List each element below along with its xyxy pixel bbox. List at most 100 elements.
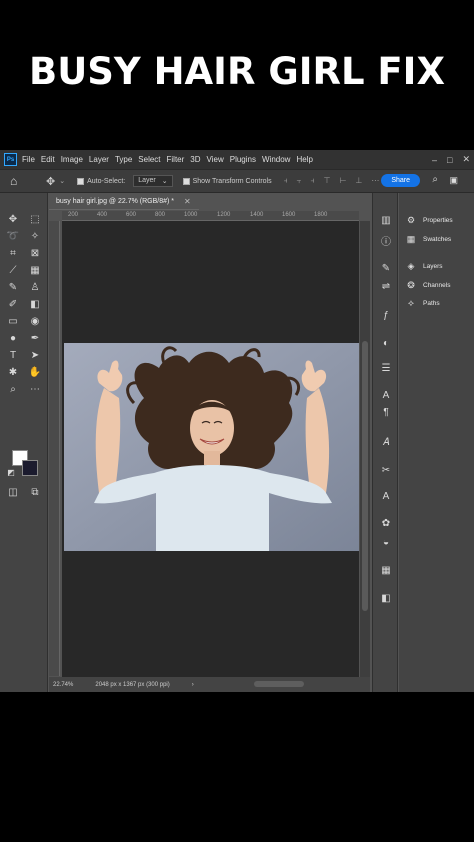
spot-healing-tool-icon[interactable]: ▦: [28, 265, 42, 277]
align-left-icon[interactable]: ⫞: [284, 176, 288, 186]
dodge-tool-icon[interactable]: ●: [6, 333, 20, 345]
background-color-swatch[interactable]: [22, 460, 38, 476]
panel-label: Swatches: [423, 236, 452, 243]
panel-label: Layers: [423, 263, 443, 270]
quick-mask-icon[interactable]: ◫: [6, 487, 20, 499]
show-transform-checkbox[interactable]: Show Transform Controls: [182, 177, 272, 185]
libraries-icon[interactable]: ☰: [379, 363, 393, 375]
menu-plugins[interactable]: Plugins: [230, 155, 256, 164]
align-top-icon[interactable]: ⊤: [323, 176, 330, 186]
vertical-ruler: [49, 221, 60, 676]
panel-properties[interactable]: ⚙ Properties: [405, 215, 453, 226]
close-icon[interactable]: ✕: [184, 197, 191, 206]
photoshop-logo-icon: Ps: [4, 153, 17, 166]
panel-paths[interactable]: ⟡ Paths: [405, 298, 440, 309]
canvas-image[interactable]: [64, 343, 359, 551]
move-tool-icon[interactable]: ✥: [6, 214, 20, 226]
menu-select[interactable]: Select: [138, 155, 160, 164]
chevron-down-icon[interactable]: ⌄: [59, 177, 65, 185]
horizontal-scrollbar-thumb[interactable]: [254, 681, 304, 687]
gradients-icon[interactable]: ◧: [379, 593, 393, 605]
tools-settings-icon[interactable]: ✂: [379, 465, 393, 477]
swatches-icon: ▦: [406, 234, 416, 244]
zoom-level[interactable]: 22.74%: [53, 682, 73, 688]
layer-select-value: Layer: [138, 177, 156, 184]
menu-type[interactable]: Type: [115, 155, 132, 164]
clone-stamp-tool-icon[interactable]: ♙: [28, 282, 42, 294]
type-tool-icon[interactable]: T: [6, 350, 20, 362]
zoom-tool-icon[interactable]: ⌕: [6, 384, 20, 396]
menu-bar: Ps File Edit Image Layer Type Select Fil…: [0, 150, 474, 169]
panel-swatches[interactable]: ▦ Swatches: [405, 234, 451, 245]
patterns-icon[interactable]: ▦: [379, 565, 393, 577]
tools-panel: ✥ ⬚ ➰ ✧ ⌗ ⊠ ⟋ ▦ ✎ ♙ ✐ ◧ ▭ ◉ ● ✒ T ➤ ✱ ✋ …: [0, 193, 48, 692]
align-right-icon[interactable]: ⫞: [310, 176, 314, 186]
move-tool-icon[interactable]: ✥: [46, 175, 55, 188]
info-icon[interactable]: ⓘ: [379, 237, 393, 249]
align-center-icon[interactable]: ⫟: [297, 176, 302, 186]
menu-help[interactable]: Help: [296, 155, 312, 164]
align-bottom-icon[interactable]: ⊥: [355, 176, 362, 186]
vertical-scrollbar[interactable]: [360, 221, 370, 677]
color-icon[interactable]: ◒: [379, 537, 393, 549]
blur-tool-icon[interactable]: ◉: [28, 316, 42, 328]
paragraph-icon[interactable]: ¶: [379, 407, 393, 419]
workspace-icon[interactable]: ▣: [449, 175, 458, 186]
maximize-button[interactable]: □: [447, 155, 452, 165]
checkbox-icon: [77, 177, 85, 185]
panel-label: Properties: [423, 217, 453, 224]
brush-settings-icon[interactable]: ✎: [379, 263, 393, 275]
history-icon[interactable]: ▥: [379, 215, 393, 227]
menu-edit[interactable]: Edit: [41, 155, 55, 164]
search-icon[interactable]: ⌕: [432, 174, 438, 185]
menu-layer[interactable]: Layer: [89, 155, 109, 164]
default-colors-icon[interactable]: ◩: [4, 467, 18, 479]
path-selection-tool-icon[interactable]: ➤: [28, 350, 42, 362]
more-options-icon[interactable]: ⋯: [371, 176, 379, 186]
eraser-tool-icon[interactable]: ◧: [28, 299, 42, 311]
frame-tool-icon[interactable]: ⊠: [28, 248, 42, 260]
styles-icon[interactable]: ƒ: [379, 310, 393, 322]
character-icon[interactable]: A: [379, 390, 393, 402]
home-icon[interactable]: ⌂: [10, 174, 26, 188]
menu-filter[interactable]: Filter: [167, 155, 185, 164]
align-middle-icon[interactable]: ⊢: [339, 176, 346, 186]
character-styles-icon[interactable]: A: [379, 491, 393, 503]
screen-mode-icon[interactable]: ⧉: [28, 487, 42, 499]
lasso-tool-icon[interactable]: ➰: [6, 231, 20, 243]
menu-file[interactable]: File: [22, 155, 35, 164]
minimize-button[interactable]: –: [432, 155, 437, 165]
panel-channels[interactable]: ❂ Channels: [405, 280, 450, 291]
adjustments-icon[interactable]: ⇌: [379, 281, 393, 293]
menu-view[interactable]: View: [207, 155, 224, 164]
actions-icon[interactable]: ◐: [379, 338, 393, 350]
panel-layers[interactable]: ◈ Layers: [405, 261, 443, 272]
ruler-mark: 1200: [217, 212, 231, 218]
close-button[interactable]: ✕: [462, 154, 470, 165]
crop-tool-icon[interactable]: ⌗: [6, 248, 20, 260]
layer-select[interactable]: Layer ⌄: [133, 175, 173, 187]
shapes-icon[interactable]: ✿: [379, 518, 393, 530]
gradient-tool-icon[interactable]: ▭: [6, 316, 20, 328]
brush-tool-icon[interactable]: ✎: [6, 282, 20, 294]
glyphs-icon[interactable]: 𝐴: [379, 437, 393, 449]
hand-tool-icon[interactable]: ✋: [28, 367, 42, 379]
scrollbar-thumb[interactable]: [362, 341, 368, 611]
document-tab[interactable]: busy hair girl.jpg @ 22.7% (RGB/8#) * ✕: [49, 193, 199, 210]
ruler-mark: 800: [155, 212, 166, 218]
shape-tool-icon[interactable]: ✱: [6, 367, 20, 379]
menu-image[interactable]: Image: [61, 155, 83, 164]
menu-window[interactable]: Window: [262, 155, 290, 164]
history-brush-tool-icon[interactable]: ✐: [6, 299, 20, 311]
eyedropper-tool-icon[interactable]: ⟋: [6, 265, 20, 277]
marquee-tool-icon[interactable]: ⬚: [28, 214, 42, 226]
align-icons: ⫞ ⫟ ⫞ ⊤ ⊢ ⊥ ⋯: [284, 176, 380, 186]
pen-tool-icon[interactable]: ✒: [28, 333, 42, 345]
auto-select-checkbox[interactable]: Auto-Select:: [77, 177, 125, 185]
chevron-right-icon[interactable]: ›: [192, 682, 194, 688]
menu-3d[interactable]: 3D: [190, 155, 200, 164]
share-button[interactable]: Share: [381, 174, 420, 187]
ruler-mark: 1000: [184, 212, 198, 218]
more-tools-icon[interactable]: ⋯: [28, 384, 42, 396]
magic-wand-tool-icon[interactable]: ✧: [28, 231, 42, 243]
